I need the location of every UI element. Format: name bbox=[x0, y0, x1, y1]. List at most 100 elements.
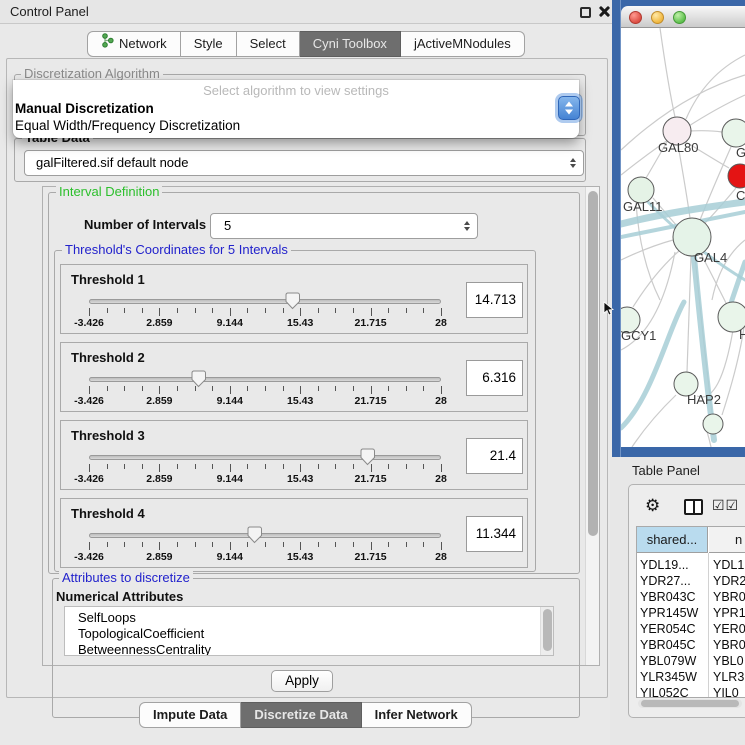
slider-tick bbox=[159, 464, 160, 472]
network-edge-thick bbox=[731, 262, 745, 303]
slider-tick bbox=[142, 308, 143, 313]
table-row[interactable]: YIL052CYIL0 bbox=[637, 685, 745, 698]
tab-select[interactable]: Select bbox=[237, 31, 300, 57]
network-node-c[interactable] bbox=[728, 164, 745, 188]
slider-thumb[interactable] bbox=[360, 448, 375, 466]
float-icon[interactable] bbox=[580, 7, 591, 18]
algorithm-option[interactable]: Manual Discretization bbox=[13, 100, 579, 117]
cell-shared-name: YIL052C bbox=[640, 685, 708, 698]
thresholds-group-title: Threshold's Coordinates for 5 Intervals bbox=[62, 243, 291, 257]
tab-style[interactable]: Style bbox=[181, 31, 237, 57]
list-item[interactable]: BetweennessCentrality bbox=[65, 642, 553, 656]
scrollbar-thumb[interactable] bbox=[641, 700, 739, 707]
node-attribute-table[interactable]: shared...n YDL19...YDL1YDR27...YDR2YBR04… bbox=[636, 526, 745, 698]
cell-shared-name: YLR345W bbox=[640, 669, 708, 685]
zoom-traffic-light-icon[interactable] bbox=[673, 11, 686, 24]
scrollbar-thumb[interactable] bbox=[543, 609, 552, 651]
control-panel-tabbar: Network StyleSelectCyni ToolboxjActiveMNo… bbox=[87, 31, 525, 57]
table-row[interactable]: YDR27...YDR2 bbox=[637, 573, 745, 589]
spinner-arrows-icon[interactable] bbox=[558, 96, 580, 120]
tab-cyni-toolbox[interactable]: Cyni Toolbox bbox=[300, 31, 401, 57]
slider-tick bbox=[177, 464, 178, 469]
vertical-scrollbar[interactable] bbox=[585, 187, 599, 665]
slider-tick-label: 15.43 bbox=[278, 395, 322, 407]
threshold-value-field[interactable]: 14.713 bbox=[466, 282, 523, 318]
slider-tick bbox=[247, 386, 248, 391]
slider-tick bbox=[107, 542, 108, 547]
tab-label: Network bbox=[119, 32, 167, 56]
close-traffic-light-icon[interactable] bbox=[629, 11, 642, 24]
cell-name: YDL1 bbox=[713, 557, 745, 573]
table-row[interactable]: YLR345W YLR3 bbox=[637, 669, 745, 685]
slider-tick-label: -3.426 bbox=[67, 551, 111, 563]
slider-tick bbox=[441, 464, 442, 472]
network-node-label: HAP2 bbox=[687, 392, 721, 407]
table-row[interactable]: YER054CYER0 bbox=[637, 621, 745, 637]
columns-icon[interactable] bbox=[684, 499, 703, 515]
tab-impute-data[interactable]: Impute Data bbox=[139, 702, 241, 728]
number-of-intervals-label: Number of Intervals bbox=[84, 217, 206, 232]
slider-tick bbox=[212, 464, 213, 469]
network-canvas[interactable]: GAL80GACGAL11GAL4GCY1HHAP2 bbox=[621, 28, 745, 447]
list-item[interactable]: TopologicalCoefficient bbox=[65, 626, 553, 642]
slider-tick bbox=[212, 386, 213, 391]
tab-infer-network[interactable]: Infer Network bbox=[362, 702, 472, 728]
slider-tick-label: 9.144 bbox=[208, 317, 252, 329]
table-row[interactable]: YBR043CYBR0 bbox=[637, 589, 745, 605]
horizontal-scrollbar[interactable] bbox=[638, 699, 742, 708]
threshold-value-field[interactable]: 6.316 bbox=[466, 360, 523, 396]
slider-tick bbox=[89, 308, 90, 316]
apply-button[interactable]: Apply bbox=[271, 670, 333, 692]
number-of-intervals-combobox[interactable]: 5 bbox=[210, 213, 478, 239]
interval-definition-title: Interval Definition bbox=[56, 185, 162, 199]
slider-tick-label: -3.426 bbox=[67, 395, 111, 407]
tab-jactivemnodules[interactable]: jActiveMNodules bbox=[401, 31, 525, 57]
column-header-shared-name[interactable]: shared... bbox=[637, 527, 708, 553]
table-row[interactable]: YBL079WYBL0 bbox=[637, 653, 745, 669]
threshold-panel: Threshold 3-3.4262.8599.14415.4321.71528… bbox=[60, 420, 528, 490]
slider-tick bbox=[89, 542, 90, 550]
slider-tick-label: 28 bbox=[419, 317, 463, 329]
table-panel-title: Table Panel bbox=[632, 459, 700, 483]
network-edge bbox=[687, 256, 691, 372]
tab-discretize-data[interactable]: Discretize Data bbox=[241, 702, 361, 728]
algorithm-option[interactable]: Equal Width/Frequency Discretization bbox=[13, 117, 579, 134]
network-node-ga[interactable] bbox=[722, 119, 745, 147]
column-header-name[interactable]: n bbox=[709, 527, 745, 553]
minimize-traffic-light-icon[interactable] bbox=[651, 11, 664, 24]
threshold-value-field[interactable]: 11.344 bbox=[466, 516, 523, 552]
numerical-attributes-list[interactable]: SelfLoopsTopologicalCoefficientBetweenne… bbox=[64, 606, 554, 656]
threshold-slider[interactable]: -3.4262.8599.14415.4321.71528 bbox=[79, 421, 459, 491]
table-row[interactable]: YBR045CYBR0 bbox=[637, 637, 745, 653]
list-item[interactable]: SelfLoops bbox=[65, 610, 553, 626]
slider-tick bbox=[230, 464, 231, 472]
slider-thumb[interactable] bbox=[247, 526, 262, 544]
cell-name: YLR3 bbox=[713, 669, 745, 685]
scrollbar-thumb[interactable] bbox=[588, 191, 598, 536]
cell-shared-name: YBR043C bbox=[640, 589, 708, 605]
slider-tick-label: 2.859 bbox=[137, 551, 181, 563]
gear-icon[interactable]: ⚙ bbox=[645, 496, 660, 516]
threshold-slider[interactable]: -3.4262.8599.14415.4321.71528 bbox=[79, 265, 459, 335]
slider-thumb[interactable] bbox=[191, 370, 206, 388]
slider-tick bbox=[265, 542, 266, 547]
close-icon[interactable] bbox=[598, 5, 611, 18]
threshold-value-field[interactable]: 21.4 bbox=[466, 438, 523, 474]
slider-tick bbox=[212, 308, 213, 313]
table-row[interactable]: YPR145WYPR1 bbox=[637, 605, 745, 621]
threshold-slider[interactable]: -3.4262.8599.14415.4321.71528 bbox=[79, 499, 459, 569]
table-row[interactable]: YDL19...YDL1 bbox=[637, 557, 745, 573]
network-node-label: C bbox=[736, 188, 745, 203]
slider-tick bbox=[230, 386, 231, 394]
table-data-value: galFiltered.sif default node bbox=[36, 151, 188, 175]
network-node[interactable] bbox=[703, 414, 723, 434]
slider-tick-label: 2.859 bbox=[137, 317, 181, 329]
cell-name: YBL0 bbox=[713, 653, 745, 669]
slider-thumb[interactable] bbox=[285, 292, 300, 310]
checkboxes-icon[interactable]: ☑☑ bbox=[712, 497, 739, 514]
list-scrollbar[interactable] bbox=[540, 607, 553, 655]
threshold-slider[interactable]: -3.4262.8599.14415.4321.71528 bbox=[79, 343, 459, 413]
tab-network[interactable]: Network bbox=[87, 31, 181, 57]
table-data-combobox[interactable]: galFiltered.sif default node bbox=[24, 150, 584, 176]
slider-tick bbox=[371, 386, 372, 394]
